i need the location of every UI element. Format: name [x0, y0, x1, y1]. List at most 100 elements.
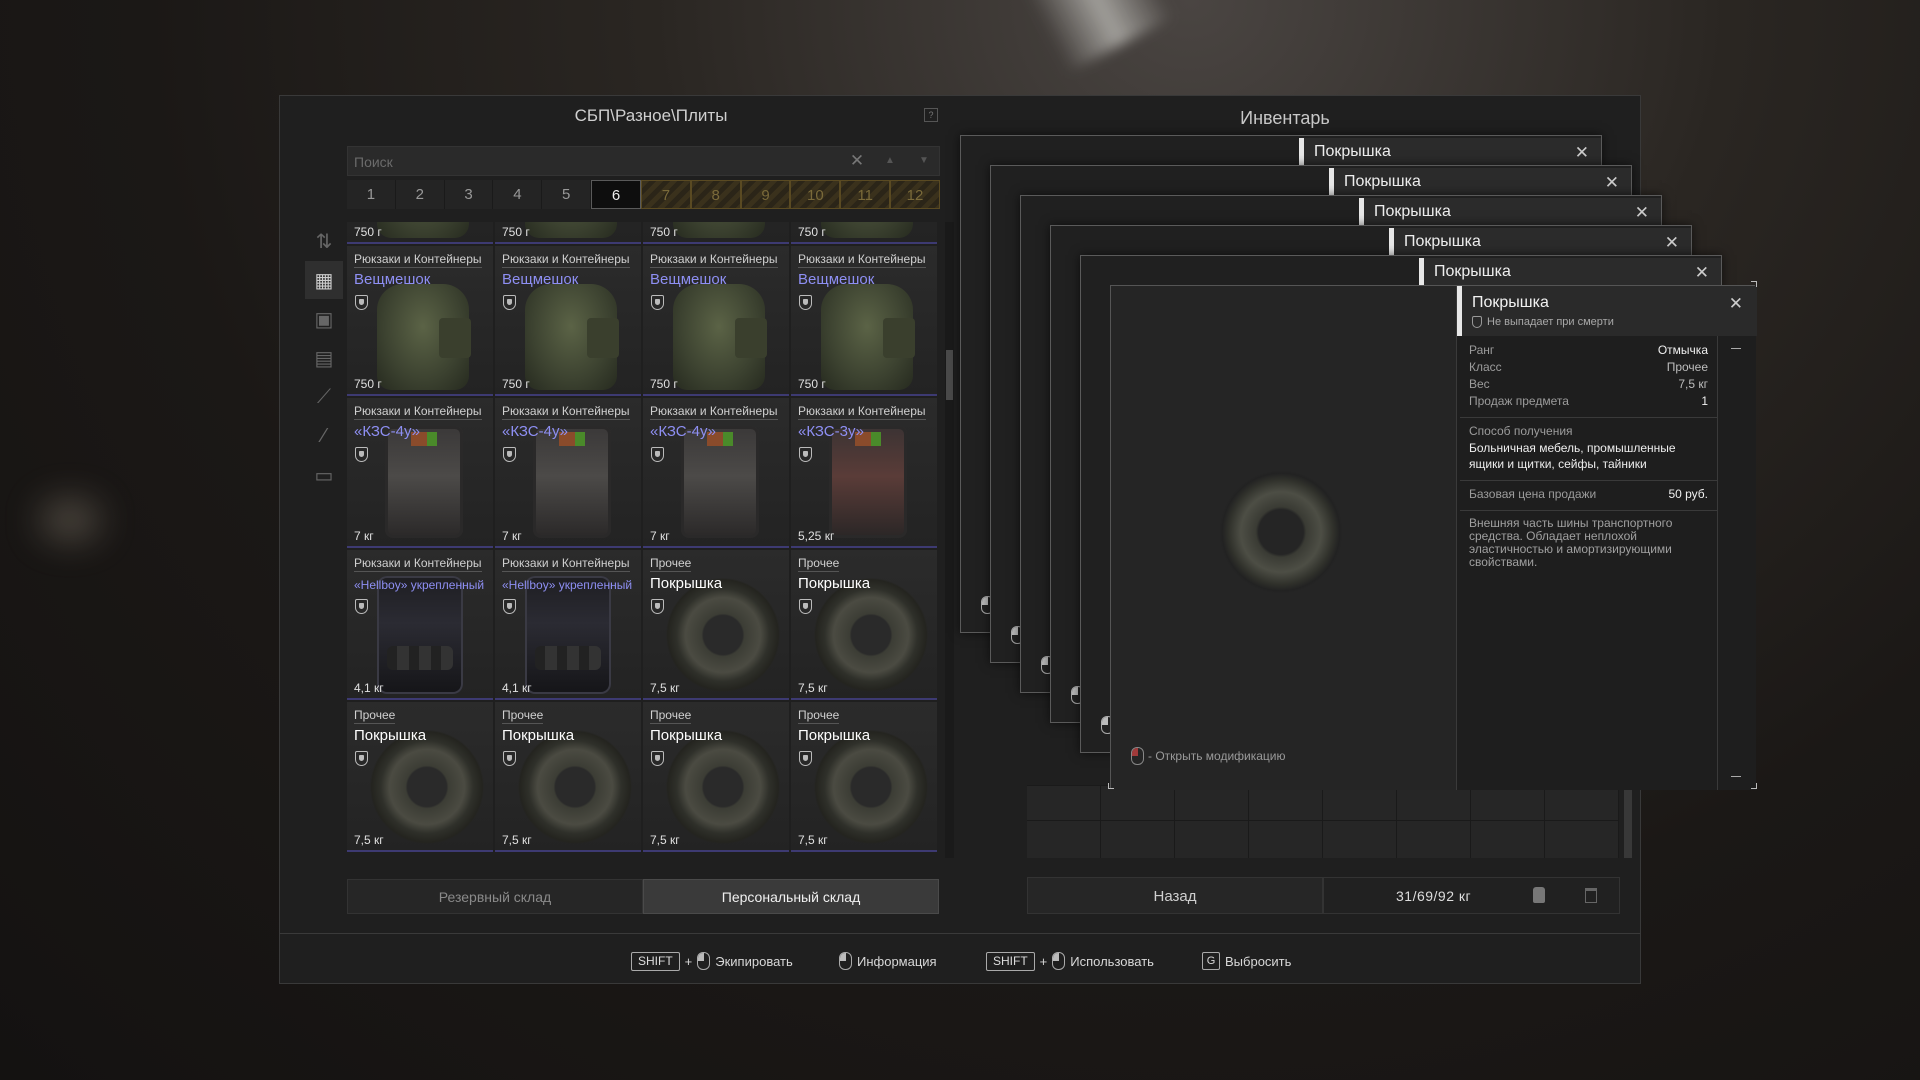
shield-icon [503, 295, 516, 310]
background-light [1025, 0, 1175, 73]
backpack-image [377, 222, 469, 238]
mouse-right-icon [1052, 952, 1066, 970]
item-tile[interactable]: Прочее Покрышка 7,5 кг [347, 702, 493, 852]
open-mod-hint[interactable]: - Открыть модификацию [1131, 747, 1286, 765]
page-tab-6[interactable]: 6 [591, 180, 641, 209]
scroll-thumb[interactable] [946, 350, 953, 400]
page-tab-2[interactable]: 2 [395, 180, 445, 209]
page-tab-3[interactable]: 3 [444, 180, 494, 209]
item-tile[interactable]: Рюкзаки и Контейнеры Вещмешок 750 г [347, 246, 493, 396]
close-icon[interactable]: ✕ [1635, 203, 1649, 223]
item-tile[interactable]: Рюкзаки и Контейнеры «КЗС-3у» 5,25 кг [791, 398, 937, 548]
item-name: «Hellboy» укрепленный [502, 578, 633, 592]
item-tile[interactable]: Рюкзаки и Контейнеры Вещмешок 750 г [495, 246, 641, 396]
item-description: Внешняя часть шины транспортного средств… [1469, 516, 1673, 569]
item-category: Рюкзаки и Контейнеры [354, 404, 482, 420]
arrow-down-icon[interactable]: ▼ [919, 155, 929, 166]
item-tile-partial[interactable]: 750 г [643, 222, 789, 244]
item-tile[interactable]: Рюкзаки и Контейнеры «КЗС-4у» 7 кг [495, 398, 641, 548]
item-weight: 7,5 кг [798, 833, 828, 847]
shield-icon [355, 295, 368, 310]
close-icon[interactable]: ✕ [1695, 263, 1709, 283]
knife-icon[interactable]: ⁄ [305, 417, 343, 455]
item-category: Рюкзаки и Контейнеры [502, 404, 630, 420]
stash-grid: 750 г 750 г 750 г 750 г Рюкзаки и Контейнеры… [347, 222, 937, 858]
prop-row: Класс Прочее [1460, 360, 1717, 377]
vest-icon[interactable]: ▣ [305, 300, 343, 338]
item-tile[interactable]: Прочее Покрышка 7,5 кг [791, 702, 937, 852]
page-tab-8[interactable]: 8 [690, 180, 741, 209]
page-tab-5[interactable]: 5 [542, 180, 592, 209]
shield-icon [503, 599, 516, 614]
prop-value: 7,5 кг [1678, 377, 1708, 391]
item-name: Покрышка [1472, 294, 1549, 311]
item-category: Рюкзаки и Контейнеры [502, 252, 630, 268]
arrow-up-icon[interactable]: ▲ [885, 155, 895, 166]
close-icon[interactable]: ✕ [1605, 173, 1619, 193]
hellboy-image [377, 576, 463, 694]
prop-row: Ранг Отмычка [1460, 343, 1717, 360]
page-tab-12[interactable]: 12 [890, 180, 940, 209]
trash-icon[interactable] [1585, 888, 1597, 903]
search-input[interactable] [354, 153, 854, 171]
close-icon[interactable]: ✕ [1575, 143, 1589, 163]
inventory-scrollbar[interactable] [1624, 780, 1632, 858]
item-tile-partial[interactable]: 750 г [791, 222, 937, 244]
help-icon[interactable]: ? [924, 108, 938, 122]
stash-breadcrumb: СБП\Разное\Плиты [574, 106, 728, 125]
item-tile[interactable]: Рюкзаки и Контейнеры Вещмешок 750 г [791, 246, 937, 396]
item-tile-partial[interactable]: 750 г [495, 222, 641, 244]
item-name: «КЗС-4у» [650, 423, 716, 440]
item-tile[interactable]: Прочее Покрышка 7,5 кг [643, 550, 789, 700]
tab-reserve-stash[interactable]: Резервный склад [347, 879, 643, 914]
page-tab-1[interactable]: 1 [347, 180, 396, 209]
item-weight: 7,5 кг [798, 681, 828, 695]
rifle-icon[interactable]: ⟋ [305, 378, 343, 416]
item-category: Рюкзаки и Контейнеры [798, 404, 926, 420]
item-tile[interactable]: Рюкзаки и Контейнеры «КЗС-4у» 7 кг [643, 398, 789, 548]
item-name: Вещмешок [354, 271, 431, 288]
clear-search-icon[interactable]: ✕ [847, 151, 867, 171]
collapse-icon-bottom[interactable] [1731, 776, 1741, 777]
background-glow [40, 500, 100, 540]
search-bar[interactable]: ✕ ▲ ▼ [347, 146, 940, 176]
grid-icon[interactable]: ▦ [305, 261, 343, 299]
item-tile[interactable]: Рюкзаки и Контейнеры «Hellboy» укрепленны… [347, 550, 493, 700]
backpack-image [525, 222, 617, 238]
plus-sign: + [684, 953, 693, 969]
page-tab-10[interactable]: 10 [790, 180, 841, 209]
price-row: Базовая цена продажи 50 руб. [1460, 487, 1717, 504]
item-tile[interactable]: Прочее Покрышка 7,5 кг [643, 702, 789, 852]
page-tab-11[interactable]: 11 [840, 180, 891, 209]
tab-personal-stash[interactable]: Персональный склад [643, 879, 939, 914]
item-name: Покрышка [798, 727, 871, 744]
item-tile[interactable]: Рюкзаки и Контейнеры «Hellboy» укрепленны… [495, 550, 641, 700]
item-tile-partial[interactable]: 750 г [347, 222, 493, 244]
armor-icon[interactable]: ▤ [305, 339, 343, 377]
box-icon[interactable]: ▭ [305, 456, 343, 494]
item-tile[interactable]: Прочее Покрышка 7,5 кг [495, 702, 641, 852]
item-name: Вещмешок [798, 271, 875, 288]
shield-icon [799, 447, 812, 462]
item-weight: 750 г [798, 377, 826, 391]
page-tab-4[interactable]: 4 [493, 180, 543, 209]
inventory-grid[interactable] [1027, 785, 1619, 858]
stash-scrollbar[interactable] [945, 222, 954, 858]
page-tab-9[interactable]: 9 [740, 180, 791, 209]
item-category: Прочее [798, 708, 840, 724]
item-name: Вещмешок [502, 271, 579, 288]
close-icon[interactable]: ✕ [1729, 294, 1743, 314]
page-tab-7[interactable]: 7 [640, 180, 691, 209]
item-tile[interactable]: Прочее Покрышка 7,5 кг [791, 550, 937, 700]
shield-icon [799, 751, 812, 766]
sort-icon[interactable]: ⇅ [305, 222, 343, 260]
shield-icon [355, 447, 368, 462]
collapse-icon[interactable] [1731, 348, 1741, 349]
item-category: Прочее [650, 556, 692, 572]
close-icon[interactable]: ✕ [1665, 233, 1679, 253]
item-name: Покрышка [354, 727, 427, 744]
corner-marker [1108, 783, 1114, 789]
back-button[interactable]: Назад [1027, 877, 1323, 914]
item-tile[interactable]: Рюкзаки и Контейнеры «КЗС-4у» 7 кг [347, 398, 493, 548]
item-tile[interactable]: Рюкзаки и Контейнеры Вещмешок 750 г [643, 246, 789, 396]
